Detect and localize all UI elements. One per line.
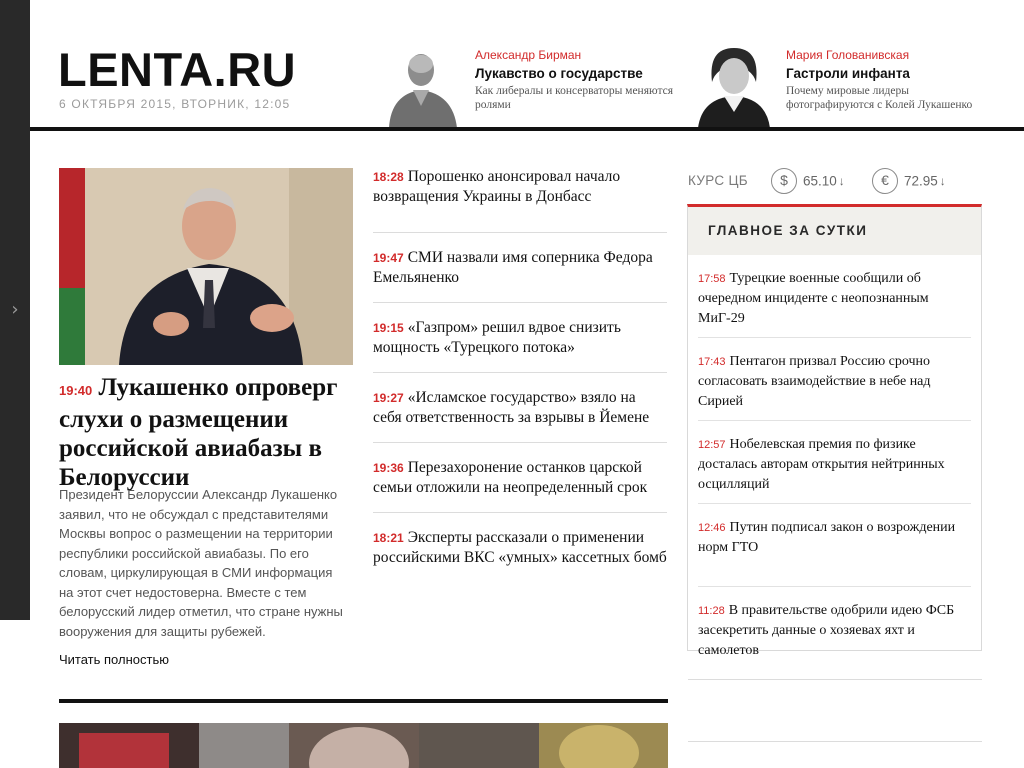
columnist-subtitle: Как либералы и консерваторы меняются рол… bbox=[475, 85, 673, 111]
top-news-item[interactable]: 17:58 Турецкие военные сообщили об очеред… bbox=[698, 255, 971, 338]
lead-summary: Президент Белоруссии Александр Лукашенко… bbox=[59, 487, 343, 639]
columnist-photo bbox=[383, 42, 463, 128]
right-divider bbox=[688, 741, 982, 742]
top-news-time: 12:46 bbox=[698, 522, 726, 534]
current-date: 6 ОКТЯБРЯ 2015, ВТОРНИК, 12:05 bbox=[59, 97, 291, 111]
columnist-card[interactable]: Мария Голованивская Гастроли инфанта Поч… bbox=[694, 42, 994, 128]
top-news-title[interactable]: Турецкие военные сообщили об очередном и… bbox=[698, 271, 929, 326]
lead-title-text[interactable]: Лукашенко опроверг слухи о размещении ро… bbox=[59, 374, 338, 491]
news-time: 19:36 bbox=[373, 461, 404, 475]
rates-label: КУРС ЦБ bbox=[688, 173, 748, 188]
news-time: 18:21 bbox=[373, 531, 404, 545]
bottom-story-photo[interactable] bbox=[59, 723, 668, 768]
news-item[interactable]: 18:21 Эксперты рассказали о применении ро… bbox=[373, 513, 667, 583]
section-divider bbox=[59, 699, 668, 703]
top-news-item[interactable]: 17:43 Пентагон призвал Россию срочно согл… bbox=[698, 338, 971, 421]
news-item[interactable]: 18:28 Порошенко анонсировал начало возвра… bbox=[373, 163, 667, 233]
lead-time: 19:40 bbox=[59, 383, 93, 398]
right-divider bbox=[688, 679, 982, 680]
top-news-item[interactable]: 12:46 Путин подписал закон о возрождении … bbox=[698, 504, 971, 587]
columnist-author[interactable]: Мария Голованивская bbox=[786, 48, 909, 62]
top-news-title[interactable]: Путин подписал закон о возрождении норм … bbox=[698, 520, 955, 555]
top-news-item[interactable]: 12:57 Нобелевская премия по физике достал… bbox=[698, 421, 971, 504]
arrow-down-icon: ↓ bbox=[838, 174, 845, 188]
columnist-subtitle: Почему мировые лидеры фотографируются с … bbox=[786, 85, 973, 111]
top-news-time: 17:58 bbox=[698, 273, 726, 285]
top-news-title[interactable]: Пентагон призвал Россию срочно согласова… bbox=[698, 354, 931, 409]
news-title[interactable]: Эксперты рассказали о применении российс… bbox=[373, 529, 667, 566]
top-news-title[interactable]: В правительстве одобрили идею ФСБ засекр… bbox=[698, 603, 954, 658]
top-news-time: 11:28 bbox=[698, 605, 725, 617]
news-item[interactable]: 19:47 СМИ назвали имя соперника Федора Ем… bbox=[373, 233, 667, 303]
top-news-title[interactable]: Нобелевская премия по физике досталась а… bbox=[698, 437, 945, 492]
columnist-card[interactable]: Александр Бирман Лукавство о государстве… bbox=[383, 42, 683, 128]
dollar-icon: $ bbox=[771, 168, 797, 194]
chevron-right-icon[interactable]: › bbox=[0, 292, 30, 328]
news-item[interactable]: 19:36 Перезахоронение останков царской се… bbox=[373, 443, 667, 513]
news-item[interactable]: 19:27 «Исламское государство» взяло на се… bbox=[373, 373, 667, 443]
news-feed: 18:28 Порошенко анонсировал начало возвра… bbox=[373, 163, 667, 583]
eur-value: 72.95 bbox=[904, 173, 938, 189]
arrow-down-icon: ↓ bbox=[939, 174, 946, 188]
usd-rate[interactable]: $65.10 ↓ bbox=[771, 168, 845, 196]
news-title[interactable]: Порошенко анонсировал начало возвращения… bbox=[373, 168, 620, 205]
news-title[interactable]: «Газпром» решил вдвое снизить мощность «… bbox=[373, 319, 621, 356]
news-time: 19:27 bbox=[373, 391, 404, 405]
usd-value: 65.10 bbox=[803, 173, 837, 189]
euro-icon: € bbox=[872, 168, 898, 194]
news-time: 18:28 bbox=[373, 170, 404, 184]
eur-rate[interactable]: €72.95 ↓ bbox=[872, 168, 946, 196]
top-news-heading: ГЛАВНОЕ ЗА СУТКИ bbox=[688, 207, 981, 255]
news-item[interactable]: 19:15 «Газпром» решил вдвое снизить мощно… bbox=[373, 303, 667, 373]
lead-headline[interactable]: 19:40 Лукашенко опроверг слухи о размеще… bbox=[59, 373, 359, 492]
top-news-time: 17:43 bbox=[698, 356, 726, 368]
side-rail: › bbox=[0, 0, 30, 620]
top-news-time: 12:57 bbox=[698, 439, 726, 451]
news-title[interactable]: СМИ назвали имя соперника Федора Емельян… bbox=[373, 249, 653, 286]
header-divider bbox=[30, 127, 1024, 131]
top-news-box: ГЛАВНОЕ ЗА СУТКИ 17:58 Турецкие военные с… bbox=[687, 204, 982, 658]
columnist-author[interactable]: Александр Бирман bbox=[475, 48, 581, 62]
currency-rates: КУРС ЦБ $65.10 ↓ €72.95 ↓ bbox=[688, 168, 982, 196]
news-title[interactable]: «Исламское государство» взяло на себя от… bbox=[373, 389, 649, 426]
news-title[interactable]: Перезахоронение останков царской семьи о… bbox=[373, 459, 647, 496]
lead-story-photo[interactable] bbox=[59, 168, 353, 365]
columnist-title[interactable]: Лукавство о государстве bbox=[475, 66, 643, 81]
top-news-item[interactable]: 11:28 В правительстве одобрили идею ФСБ з… bbox=[698, 587, 971, 670]
columnist-title[interactable]: Гастроли инфанта bbox=[786, 66, 910, 81]
news-time: 19:47 bbox=[373, 251, 404, 265]
columnist-photo bbox=[694, 42, 774, 128]
read-more-link[interactable]: Читать полностью bbox=[59, 652, 169, 667]
site-logo[interactable]: LENTA.RU bbox=[58, 42, 296, 98]
news-time: 19:15 bbox=[373, 321, 404, 335]
